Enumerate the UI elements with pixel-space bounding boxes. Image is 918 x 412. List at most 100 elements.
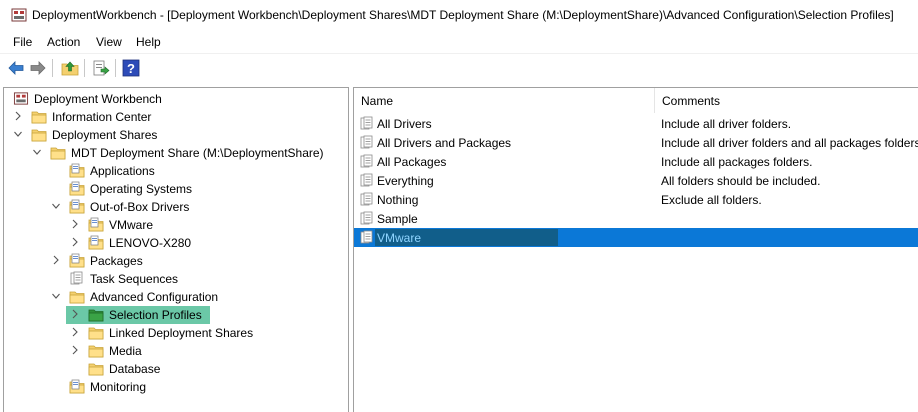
monitoring-folder-icon: [69, 379, 85, 394]
tree-node-vmware[interactable]: VMware: [4, 216, 344, 234]
item-name: Nothing: [377, 193, 419, 207]
tree-label: Operating Systems: [90, 182, 193, 196]
item-comment: Exclude all folders.: [661, 193, 762, 207]
selection-profile-icon: [360, 211, 374, 226]
tree-node-linked-deployment-shares[interactable]: Linked Deployment Shares: [4, 324, 344, 342]
menu-view[interactable]: View: [96, 35, 122, 49]
chevron-down-icon[interactable]: [51, 290, 61, 302]
item-name: All Packages: [377, 155, 447, 169]
forward-arrow-icon[interactable]: [29, 59, 47, 77]
menu-help[interactable]: Help: [136, 35, 161, 49]
tree-label: Linked Deployment Shares: [109, 326, 254, 340]
column-header-name[interactable]: Name: [354, 88, 655, 113]
toolbar-separator: [52, 59, 53, 77]
tree-label: VMware: [109, 218, 154, 232]
navigation-tree[interactable]: Deployment Workbench Information Center …: [3, 87, 349, 412]
tree-node-deployment-shares[interactable]: Deployment Shares: [4, 126, 344, 144]
chevron-right-icon[interactable]: [70, 326, 80, 338]
list-item[interactable]: Nothing Exclude all folders.: [354, 190, 918, 209]
tree-label: Deployment Workbench: [34, 92, 162, 106]
tree-node-selection-profiles[interactable]: Selection Profiles: [4, 306, 344, 324]
item-name: All Drivers and Packages: [377, 136, 512, 150]
menu-file[interactable]: File: [13, 35, 32, 49]
item-name: Sample: [377, 212, 418, 226]
folder-icon: [69, 289, 85, 304]
item-name: Everything: [377, 174, 434, 188]
selection-profile-icon: [360, 154, 374, 169]
list-item[interactable]: Sample: [354, 209, 918, 228]
chevron-down-icon[interactable]: [13, 128, 23, 140]
up-folder-icon[interactable]: [61, 59, 79, 77]
applications-folder-icon: [69, 163, 85, 178]
packages-folder-icon: [69, 253, 85, 268]
drivers-folder-icon: [69, 199, 85, 214]
item-name: All Drivers: [377, 117, 432, 131]
chevron-right-icon[interactable]: [70, 344, 80, 356]
list-item[interactable]: Everything All folders should be include…: [354, 171, 918, 190]
folder-icon: [31, 109, 47, 124]
tree-node-packages[interactable]: Packages: [4, 252, 344, 270]
chevron-right-icon[interactable]: [51, 254, 61, 266]
list-item[interactable]: All Packages Include all packages folder…: [354, 152, 918, 171]
folder-icon: [31, 127, 47, 142]
tree-node-database[interactable]: Database: [4, 360, 344, 378]
chevron-right-icon[interactable]: [70, 308, 80, 320]
operating-systems-folder-icon: [69, 181, 85, 196]
tree-label: Monitoring: [90, 380, 147, 394]
title-bar: DeploymentWorkbench - [Deployment Workbe…: [0, 0, 918, 30]
svg-text:?: ?: [127, 61, 135, 76]
list-item[interactable]: All Drivers Include all driver folders.: [354, 114, 918, 133]
list-item-selected[interactable]: VMware: [354, 228, 918, 247]
tree-node-operating-systems[interactable]: Operating Systems: [4, 180, 344, 198]
tree-node-mdt-share[interactable]: MDT Deployment Share (M:\DeploymentShare…: [4, 144, 344, 162]
tree-node-information-center[interactable]: Information Center: [4, 108, 344, 126]
help-icon[interactable]: ?: [122, 59, 140, 77]
back-arrow-icon[interactable]: [7, 59, 25, 77]
tree-node-root[interactable]: Deployment Workbench: [4, 90, 344, 108]
tree-label: Packages: [90, 254, 143, 268]
tree-node-media[interactable]: Media: [4, 342, 344, 360]
chevron-down-icon[interactable]: [32, 146, 42, 158]
tree-label: Out-of-Box Drivers: [90, 200, 190, 214]
item-comment: Include all driver folders.: [661, 117, 792, 131]
chevron-right-icon[interactable]: [13, 110, 23, 122]
tree-label: Information Center: [52, 110, 152, 124]
selection-profile-icon: [360, 135, 374, 150]
item-comment: Include all driver folders and all packa…: [661, 136, 918, 150]
window-title: DeploymentWorkbench - [Deployment Workbe…: [32, 8, 894, 22]
selection-profile-icon: [360, 116, 374, 131]
tree-node-out-of-box-drivers[interactable]: Out-of-Box Drivers: [4, 198, 344, 216]
tree-node-lenovo-x280[interactable]: LENOVO-X280: [4, 234, 344, 252]
menu-bar: File Action View Help: [0, 31, 918, 53]
mdt-workbench-icon: [13, 92, 29, 105]
tree-label: MDT Deployment Share (M:\DeploymentShare…: [71, 146, 324, 160]
folder-icon: [88, 325, 104, 340]
column-header-label: Comments: [662, 94, 721, 108]
menu-action[interactable]: Action: [47, 35, 80, 49]
folder-icon: [88, 361, 104, 376]
tree-node-monitoring[interactable]: Monitoring: [4, 378, 344, 396]
deployment-share-icon: [50, 145, 66, 160]
list-item[interactable]: All Drivers and Packages Include all dri…: [354, 133, 918, 152]
selection-profile-icon: [360, 192, 374, 207]
details-list[interactable]: Name Comments All Drivers Include all dr…: [353, 87, 918, 412]
toolbar-separator: [84, 59, 85, 77]
folder-icon: [88, 343, 104, 358]
task-sequences-icon: [69, 271, 85, 286]
tree-node-task-sequences[interactable]: Task Sequences: [4, 270, 344, 288]
chevron-right-icon[interactable]: [70, 218, 80, 230]
chevron-down-icon[interactable]: [51, 200, 61, 212]
export-list-icon[interactable]: [92, 59, 110, 77]
tree-label: Selection Profiles: [109, 308, 202, 322]
column-header-comments[interactable]: Comments: [655, 88, 918, 113]
chevron-right-icon[interactable]: [70, 236, 80, 248]
toolbar-separator: [115, 59, 116, 77]
tree-node-advanced-configuration[interactable]: Advanced Configuration: [4, 288, 344, 306]
item-comment: Include all packages folders.: [661, 155, 813, 169]
tree-label: LENOVO-X280: [109, 236, 192, 250]
selection-profile-icon: [360, 173, 374, 188]
folder-icon: [88, 307, 104, 322]
item-name: VMware: [377, 231, 422, 245]
mdt-workbench-icon: [11, 8, 27, 22]
tree-node-applications[interactable]: Applications: [4, 162, 344, 180]
